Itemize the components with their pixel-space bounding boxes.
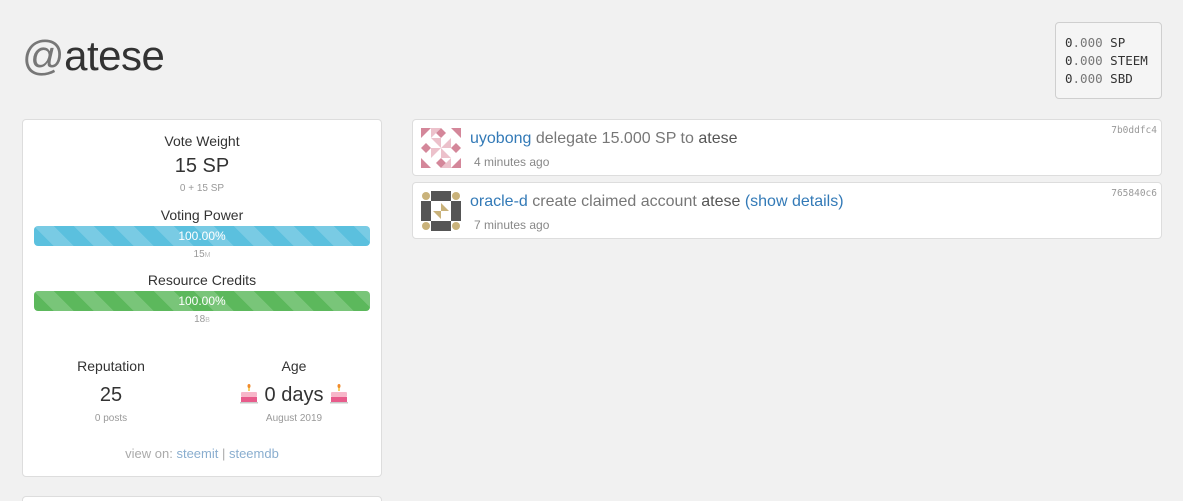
age-value: 0 days <box>264 384 324 406</box>
steemdb-link[interactable]: steemdb <box>229 446 279 461</box>
resource-credits-sub-unit: B <box>205 317 210 324</box>
view-on-label: view on: <box>125 446 177 461</box>
balance-sbd-unit: SBD <box>1110 71 1133 86</box>
balance-sbd-dec: .000 <box>1072 71 1103 86</box>
operation-action: create claimed account <box>527 193 702 210</box>
secondary-panel <box>22 496 382 501</box>
target-account: atese <box>701 193 741 210</box>
balance-sp: 0.000 SP <box>1065 34 1161 52</box>
operation-text: uyobong delegate 15.000 SP to atese <box>470 130 737 148</box>
operation-time: 7 minutes ago <box>474 218 550 232</box>
balance-steem-dec: .000 <box>1072 53 1103 68</box>
target-account: atese <box>698 130 738 147</box>
account-created-date: August 2019 <box>265 413 323 424</box>
age-row: 0 days <box>206 380 382 410</box>
voting-power-sub-unit: M <box>204 252 211 259</box>
page-title: @atese <box>22 32 165 80</box>
age-title: Age <box>281 358 307 374</box>
resource-credits-bar: 100.00% <box>34 291 370 311</box>
voting-power-title: Voting Power <box>160 207 244 223</box>
username: atese <box>64 32 165 79</box>
actor-link[interactable]: oracle-d <box>470 193 528 210</box>
resource-credits-sub-value: 18 <box>194 314 206 325</box>
reputation-block: Reputation 25 0 posts <box>23 356 199 424</box>
avatar-identicon-dark[interactable] <box>421 191 461 231</box>
voting-power-percent: 100.00% <box>178 229 226 243</box>
operation-item: oracle-d create claimed account atese (s… <box>412 182 1162 239</box>
resource-credits-title: Resource Credits <box>147 272 257 288</box>
operation-time: 4 minutes ago <box>474 155 550 169</box>
show-details-link[interactable]: (show details) <box>740 193 844 210</box>
steemit-link[interactable]: steemit <box>176 446 218 461</box>
posts-count: 0 posts <box>94 413 128 424</box>
page: @atese 0.000 SP 0.000 STEEM 0.000 SBD Vo… <box>0 0 1183 501</box>
birthday-cake-icon <box>239 384 258 404</box>
voting-power-sub-value: 15 <box>193 249 205 260</box>
resource-credits-percent: 100.00% <box>178 294 226 308</box>
operation-text: oracle-d create claimed account atese (s… <box>470 193 844 211</box>
voting-power-bar: 100.00% <box>34 226 370 246</box>
resource-credits-sub: 18B <box>23 314 381 325</box>
transaction-hash[interactable]: 765840c6 <box>1111 188 1157 199</box>
vote-weight-detail: 0 + 15 SP <box>179 183 225 194</box>
reputation-title: Reputation <box>77 358 145 374</box>
reputation-value: 25 <box>99 384 123 406</box>
transaction-hash[interactable]: 7b0ddfc4 <box>1111 125 1157 136</box>
balance-steem-unit: STEEM <box>1110 53 1148 68</box>
balance-box: 0.000 SP 0.000 STEEM 0.000 SBD <box>1055 22 1162 99</box>
operation-action: delegate 15.000 SP to <box>531 130 699 147</box>
balance-sbd: 0.000 SBD <box>1065 70 1161 88</box>
birthday-cake-icon <box>330 384 349 404</box>
actor-link[interactable]: uyobong <box>470 130 531 147</box>
voting-power-sub: 15M <box>23 249 381 260</box>
vote-weight-title: Vote Weight <box>164 133 240 149</box>
balance-steem: 0.000 STEEM <box>1065 52 1161 70</box>
balance-sp-unit: SP <box>1110 35 1126 50</box>
vote-weight-value: 15 SP <box>174 155 230 177</box>
balance-sp-dec: .000 <box>1072 35 1103 50</box>
age-block: Age 0 days August 2019 <box>206 356 382 424</box>
balance-steem-int: 0 <box>1065 53 1073 68</box>
balance-sbd-int: 0 <box>1065 71 1073 86</box>
view-on-separator: | <box>218 446 229 461</box>
view-on-links: view on: steemit | steemdb <box>23 446 381 461</box>
operation-item: uyobong delegate 15.000 SP to atese 4 mi… <box>412 119 1162 176</box>
username-at: @ <box>22 32 65 79</box>
balance-sp-int: 0 <box>1065 35 1073 50</box>
avatar-identicon-pink[interactable] <box>421 128 461 168</box>
account-stats-panel: Vote Weight 15 SP 0 + 15 SP Voting Power… <box>22 119 382 477</box>
